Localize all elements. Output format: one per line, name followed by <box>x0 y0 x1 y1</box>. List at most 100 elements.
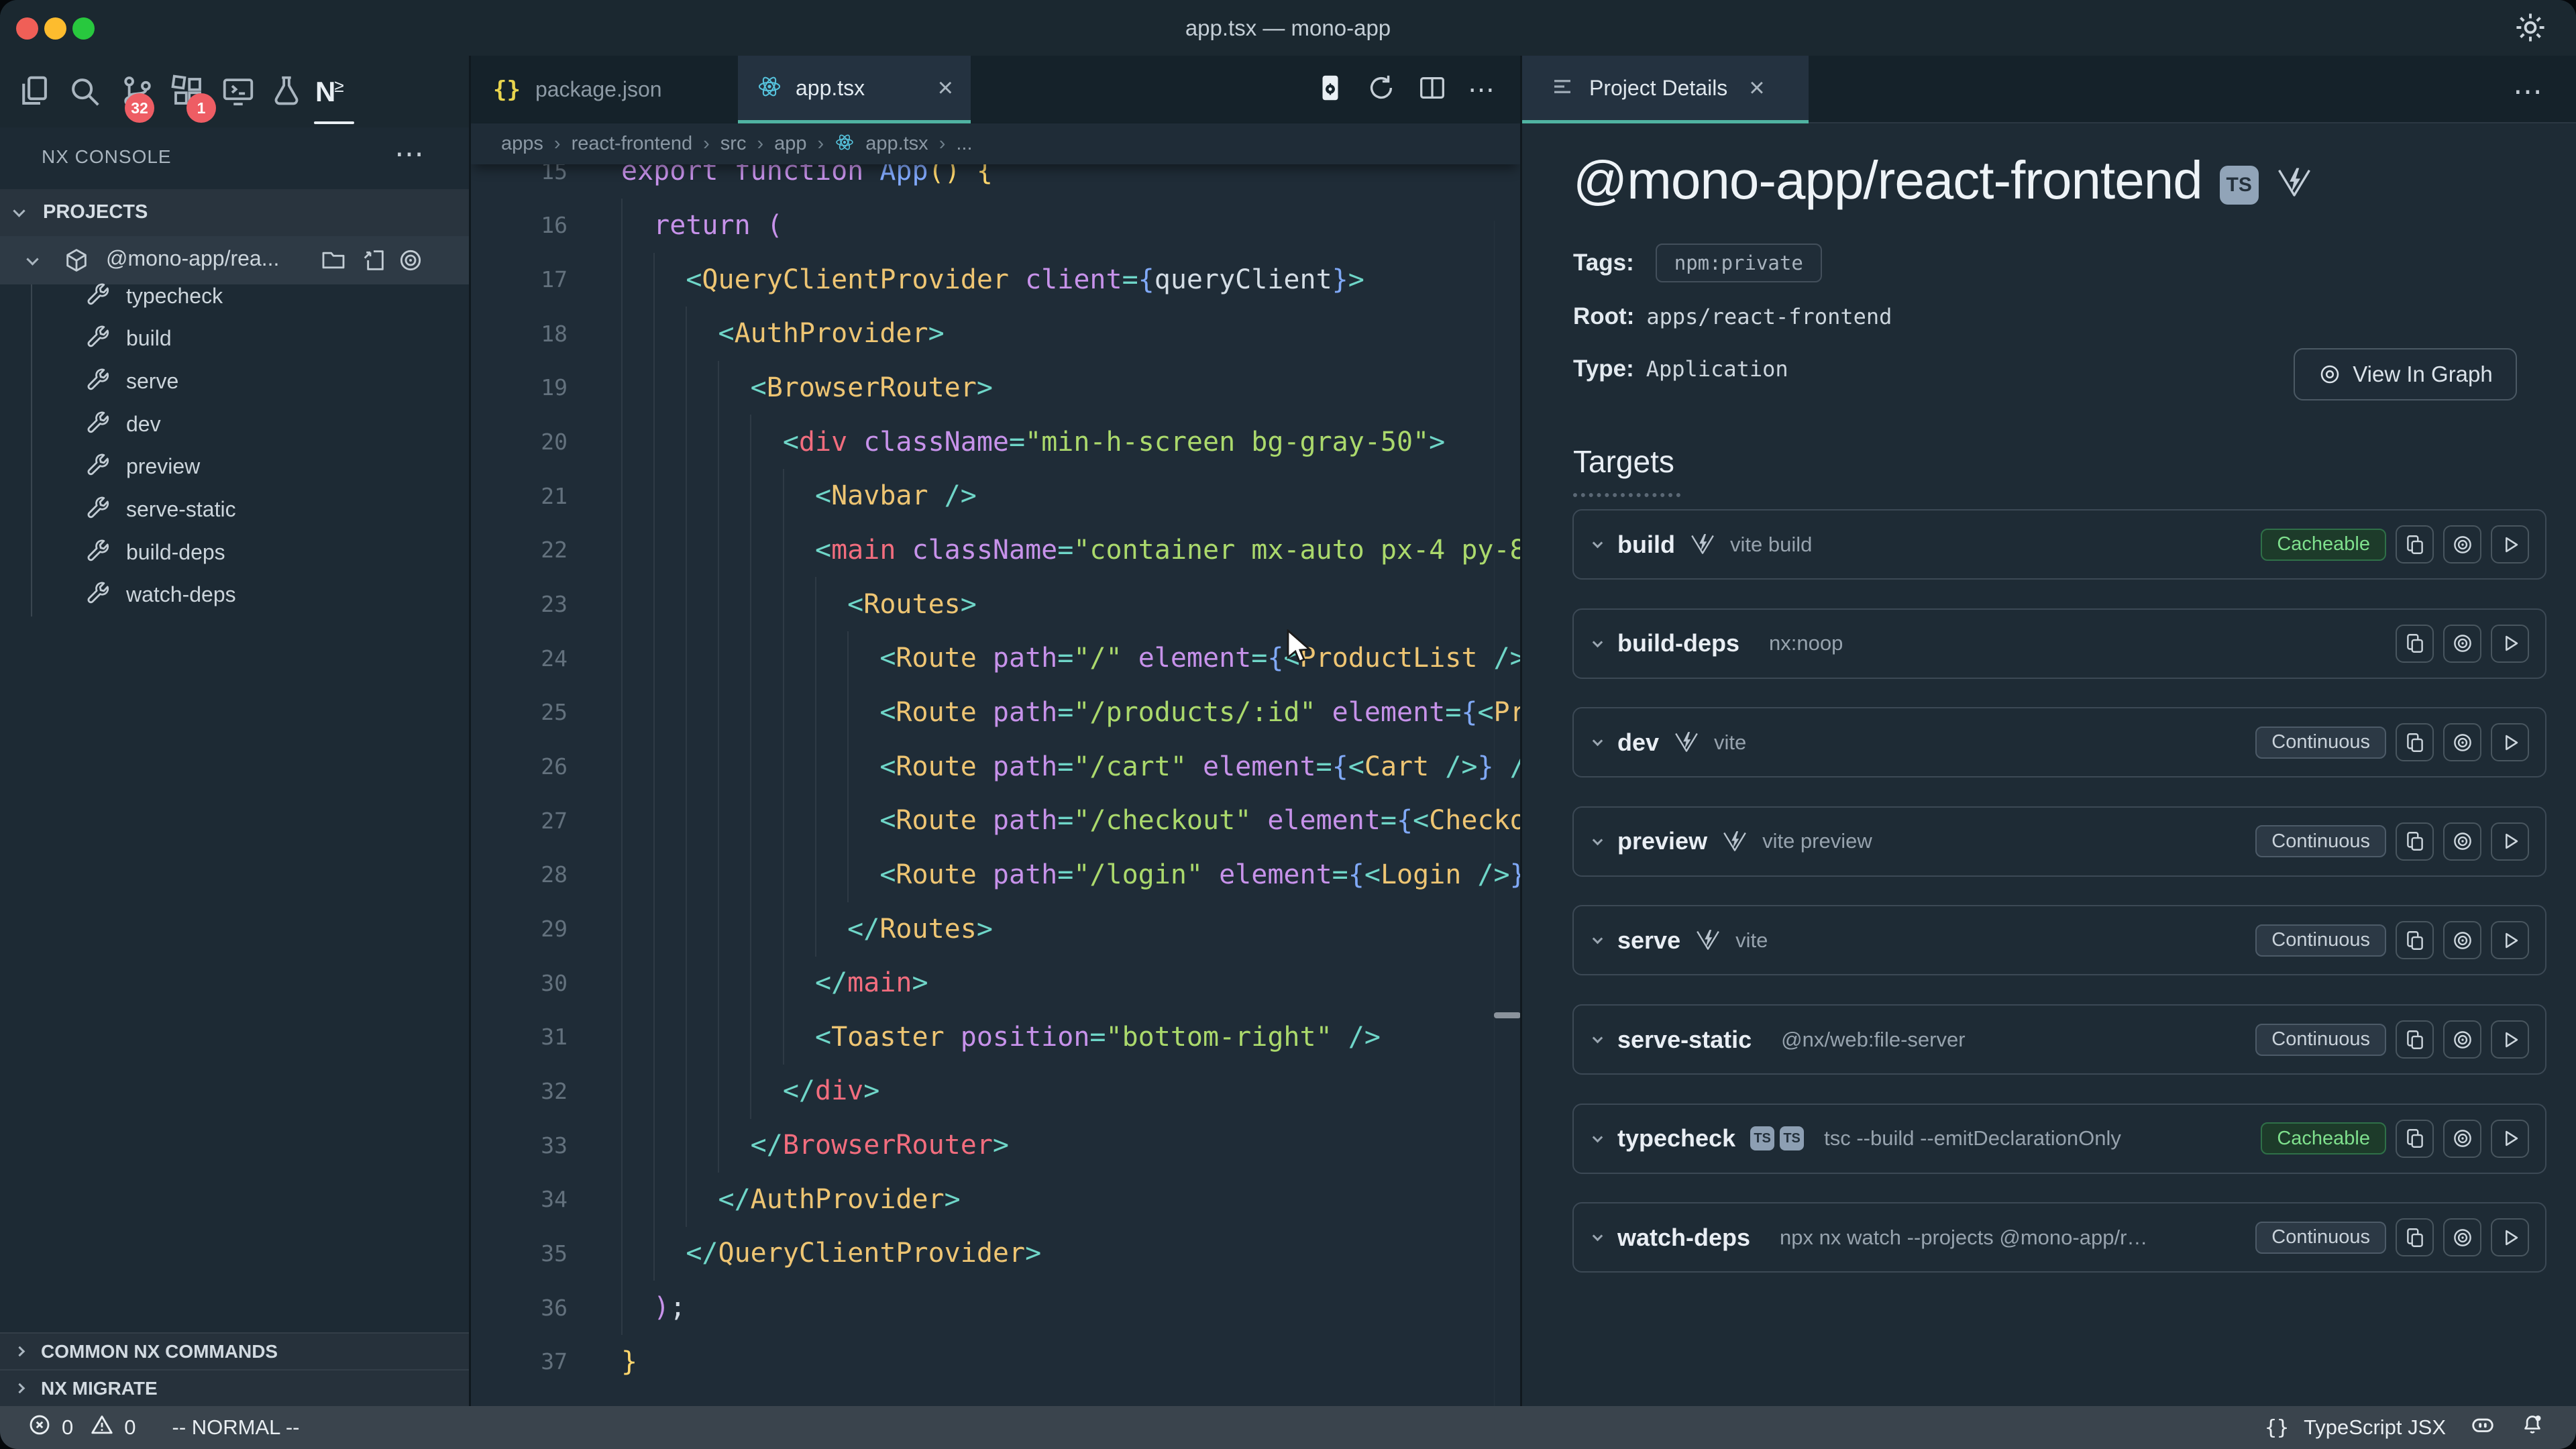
code-line-18[interactable]: 18 <AuthProvider> <box>470 307 1521 361</box>
breadcrumb-file[interactable]: app.tsx <box>865 133 928 155</box>
view-target-button[interactable] <box>2443 625 2481 663</box>
copy-task-button[interactable] <box>2396 921 2434 959</box>
goto-config-file-icon[interactable] <box>360 247 387 277</box>
run-target-button[interactable] <box>2491 822 2529 861</box>
errors-icon[interactable] <box>27 1412 52 1443</box>
explorer-icon[interactable] <box>16 73 52 109</box>
code-line-26[interactable]: 26 <Route path="/cart" element={<Cart />… <box>470 739 1521 794</box>
copy-task-button[interactable] <box>2396 822 2434 861</box>
run-target-button[interactable] <box>2491 625 2529 663</box>
breadcrumb-more[interactable]: ... <box>956 133 972 155</box>
chevron-down-icon[interactable] <box>1593 1231 1603 1242</box>
code-line-20[interactable]: 20 <div className="min-h-screen bg-gray-… <box>470 415 1521 469</box>
target-card-watch-deps[interactable]: watch-deps npx nx watch --projects @mono… <box>1572 1202 2546 1273</box>
sidebar-target-typecheck[interactable]: typecheck <box>0 274 470 317</box>
target-card-serve[interactable]: serve vite Continuous <box>1572 905 2546 975</box>
testing-beaker-icon[interactable] <box>268 73 305 109</box>
copilot-icon[interactable] <box>2470 1412 2496 1443</box>
run-target-button[interactable] <box>2491 1020 2529 1059</box>
target-card-build[interactable]: build vite build Cacheable <box>1572 509 2546 580</box>
close-tab-icon[interactable]: × <box>938 73 953 103</box>
tab-project-details[interactable]: Project Details × <box>1522 56 1809 123</box>
more-actions-icon[interactable]: ⋯ <box>1468 74 1495 105</box>
breadcrumb-item[interactable]: app <box>774 133 806 155</box>
sidebar-more-icon[interactable]: ⋯ <box>394 137 424 171</box>
breadcrumb-item[interactable]: apps <box>501 133 543 155</box>
sidebar-target-build[interactable]: build <box>0 317 470 360</box>
run-target-button[interactable] <box>2491 1218 2529 1256</box>
close-panel-icon[interactable]: × <box>1749 73 1764 103</box>
search-icon[interactable] <box>66 73 103 109</box>
run-target-button[interactable] <box>2491 723 2529 761</box>
copy-task-button[interactable] <box>2396 625 2434 663</box>
chevron-down-icon[interactable] <box>1593 736 1603 747</box>
breadcrumb[interactable]: apps›react-frontend›src›app›app.tsx›... <box>470 123 1521 164</box>
notifications-bell-icon[interactable] <box>2520 1412 2545 1443</box>
code-line-21[interactable]: 21 <Navbar /> <box>470 469 1521 523</box>
code-line-34[interactable]: 34 </AuthProvider> <box>470 1172 1521 1226</box>
code-line-30[interactable]: 30 </main> <box>470 956 1521 1010</box>
target-card-serve-static[interactable]: serve-static @nx/web:file-server Continu… <box>1572 1004 2546 1075</box>
code-line-28[interactable]: 28 <Route path="/login" element={<Login … <box>470 848 1521 902</box>
code-line-31[interactable]: 31 <Toaster position="bottom-right" /> <box>470 1010 1521 1065</box>
code-line-37[interactable]: 37} <box>470 1334 1521 1389</box>
view-in-graph-button[interactable]: View In Graph <box>2294 348 2517 400</box>
chevron-down-icon[interactable] <box>1593 637 1603 647</box>
code-line-32[interactable]: 32 </div> <box>470 1064 1521 1118</box>
language-mode[interactable]: TypeScript JSX <box>2304 1415 2446 1440</box>
code-line-36[interactable]: 36 ); <box>470 1281 1521 1335</box>
code-line-24[interactable]: 24 <Route path="/" element={<ProductList… <box>470 631 1521 686</box>
copy-task-button[interactable] <box>2396 1218 2434 1256</box>
tab-package-json[interactable]: {} package.json <box>470 56 738 123</box>
breadcrumb-item[interactable]: src <box>720 133 747 155</box>
view-target-button[interactable] <box>2443 1218 2481 1256</box>
warnings-icon[interactable] <box>89 1412 115 1443</box>
view-target-button[interactable] <box>2443 723 2481 761</box>
settings-gear-icon[interactable] <box>2513 10 2548 48</box>
refresh-icon[interactable] <box>1366 72 1397 107</box>
sidebar-section-common-nx-commands[interactable]: COMMON NX COMMANDS <box>0 1332 470 1369</box>
code-line-17[interactable]: 17 <QueryClientProvider client={queryCli… <box>470 252 1521 307</box>
copy-task-button[interactable] <box>2396 1020 2434 1059</box>
sidebar-target-preview[interactable]: preview <box>0 445 470 488</box>
code-line-33[interactable]: 33 </BrowserRouter> <box>470 1118 1521 1173</box>
nx-console-icon[interactable]: N≥ <box>315 76 344 108</box>
sidebar-target-watch-deps[interactable]: watch-deps <box>0 574 470 616</box>
sidebar-section-nx-migrate[interactable]: NX MIGRATE <box>0 1369 470 1406</box>
copy-task-button[interactable] <box>2396 525 2434 564</box>
open-folder-icon[interactable] <box>320 247 347 277</box>
code-line-23[interactable]: 23 <Routes> <box>470 577 1521 631</box>
view-target-button[interactable] <box>2443 525 2481 564</box>
chevron-down-icon[interactable] <box>1593 538 1603 549</box>
code-area[interactable]: 15export function App() {16 return (17 <… <box>470 164 1521 1406</box>
view-target-button[interactable] <box>2443 1020 2481 1059</box>
chevron-down-icon[interactable] <box>1593 934 1603 945</box>
view-target-button[interactable] <box>2443 1120 2481 1158</box>
sidebar-editor-divider[interactable] <box>469 56 471 1406</box>
editor-panel-divider[interactable] <box>1520 56 1522 1406</box>
code-line-22[interactable]: 22 <main className="container mx-auto px… <box>470 523 1521 578</box>
open-settings-json-icon[interactable] <box>1315 72 1346 107</box>
copy-task-button[interactable] <box>2396 723 2434 761</box>
chevron-down-icon[interactable] <box>1593 1033 1603 1044</box>
sidebar-target-dev[interactable]: dev <box>0 402 470 445</box>
target-card-typecheck[interactable]: typecheckTSTS tsc --build --emitDeclarat… <box>1572 1104 2546 1174</box>
sidebar-target-serve[interactable]: serve <box>0 360 470 402</box>
chevron-down-icon[interactable] <box>1593 1132 1603 1142</box>
view-target-button[interactable] <box>2443 921 2481 959</box>
sidebar-target-build-deps[interactable]: build-deps <box>0 531 470 574</box>
chevron-down-icon[interactable] <box>1593 835 1603 846</box>
remote-explorer-icon[interactable] <box>220 73 256 109</box>
target-card-preview[interactable]: preview vite preview Continuous <box>1572 806 2546 877</box>
view-target-button[interactable] <box>2443 822 2481 861</box>
run-target-button[interactable] <box>2491 921 2529 959</box>
breadcrumb-item[interactable]: react-frontend <box>572 133 693 155</box>
split-editor-icon[interactable] <box>1417 72 1448 107</box>
target-card-build-deps[interactable]: build-deps nx:noop <box>1572 608 2546 679</box>
code-line-19[interactable]: 19 <BrowserRouter> <box>470 361 1521 415</box>
view-in-graph-icon[interactable] <box>397 247 424 277</box>
code-line-27[interactable]: 27 <Route path="/checkout" element={<Che… <box>470 794 1521 848</box>
sidebar-target-serve-static[interactable]: serve-static <box>0 488 470 531</box>
code-line-15[interactable]: 15export function App() { <box>470 164 1521 199</box>
tab-app-tsx[interactable]: app.tsx × <box>738 56 971 123</box>
